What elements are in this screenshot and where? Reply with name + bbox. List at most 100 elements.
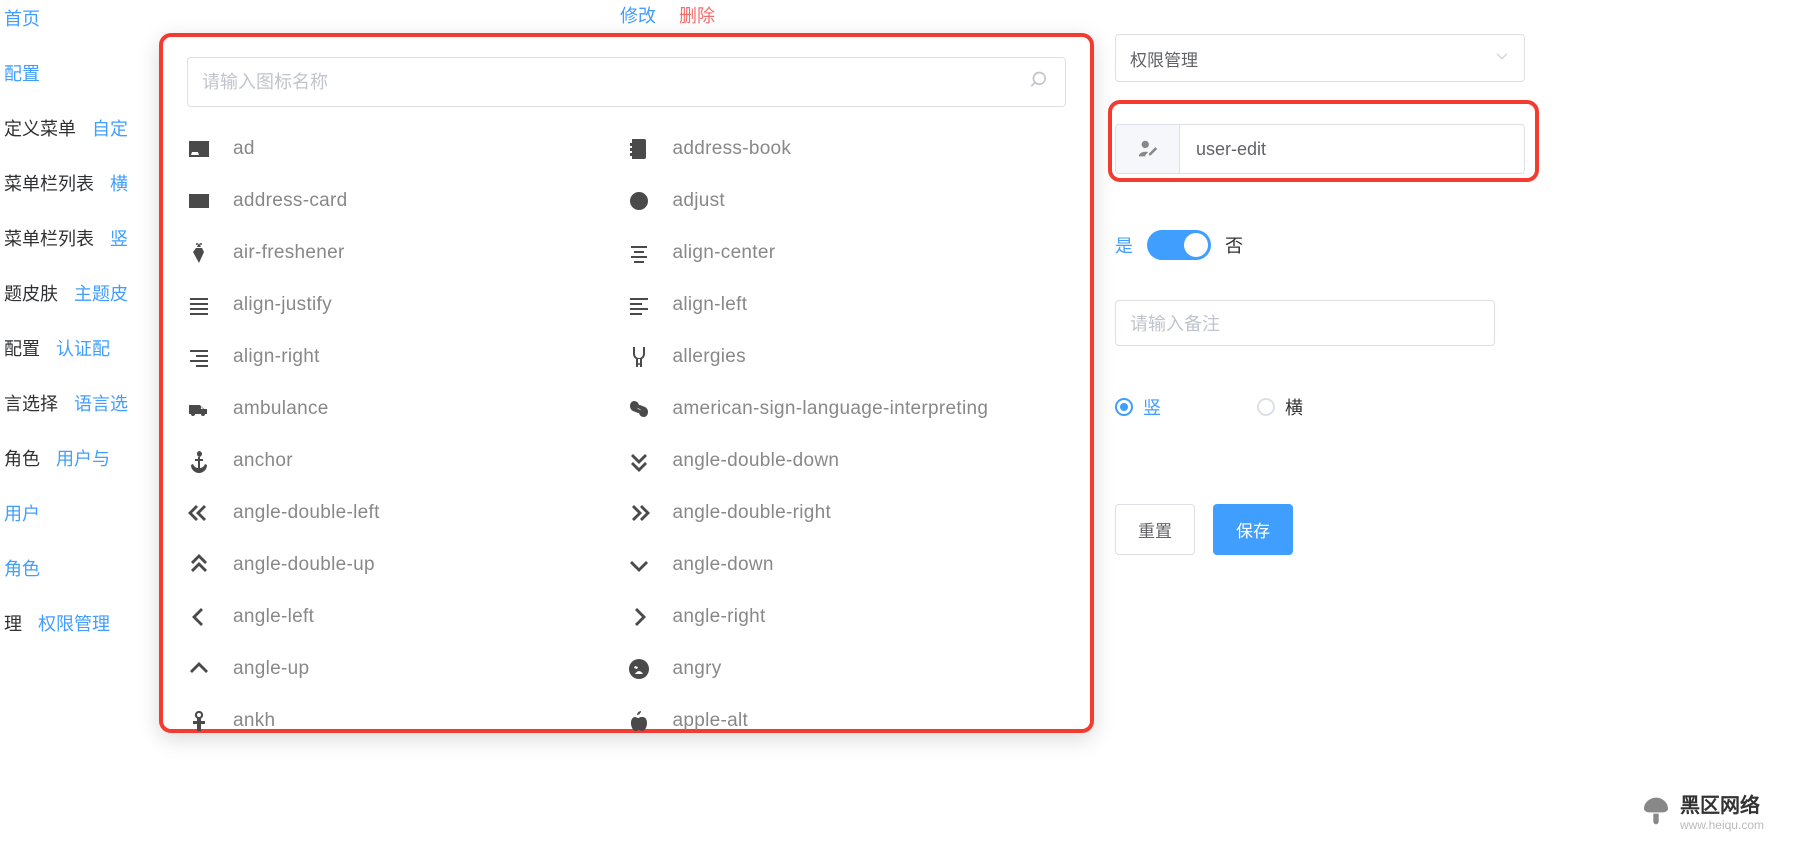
align-justify-icon (187, 293, 233, 317)
icon-option-label: ankh (233, 710, 275, 732)
angle-double-right-icon (627, 501, 673, 525)
icon-option-angle-double-down[interactable]: angle-double-down (627, 435, 1067, 487)
sidebar-item[interactable]: 首页 (4, 0, 170, 45)
radio-vertical[interactable]: 竖 (1115, 394, 1161, 420)
sidebar-item-link[interactable]: 语言选 (74, 390, 128, 416)
icon-option-ad[interactable]: ad (187, 123, 627, 175)
sidebar-item-label: 菜单栏列表 (4, 225, 94, 251)
icon-option-label: align-center (673, 242, 776, 264)
reset-button[interactable]: 重置 (1115, 504, 1195, 555)
sidebar-item-link[interactable]: 权限管理 (38, 610, 110, 636)
icon-option-angle-up[interactable]: angle-up (187, 643, 627, 695)
sidebar-item[interactable]: 菜单栏列表横 (4, 155, 170, 210)
icon-option-angle-double-right[interactable]: angle-double-right (627, 487, 1067, 539)
sidebar-item-link[interactable]: 用户与 (56, 445, 110, 471)
sidebar-item[interactable]: 题皮肤主题皮 (4, 265, 170, 320)
select-value: 权限管理 (1130, 46, 1198, 71)
sidebar-item[interactable]: 配置 (4, 45, 170, 100)
sidebar-item-link[interactable]: 认证配 (56, 335, 110, 361)
sidebar-item[interactable]: 用户 (4, 485, 170, 540)
toggle-switch[interactable] (1147, 230, 1211, 260)
watermark-url: www.heiqu.com (1680, 818, 1764, 832)
icon-option-label: angle-double-right (673, 502, 832, 524)
icon-option-align-justify[interactable]: align-justify (187, 279, 627, 331)
sidebar-item-link[interactable]: 竖 (110, 225, 128, 251)
icon-option-label: angle-double-up (233, 554, 375, 576)
delete-link[interactable]: 删除 (679, 6, 715, 26)
search-icon (1031, 70, 1051, 95)
icon-option-label: air-freshener (233, 242, 345, 264)
sidebar-item[interactable]: 角色用户与 (4, 430, 170, 485)
watermark: 黑区网络 www.heiqu.com (1640, 789, 1764, 832)
icon-option-align-left[interactable]: align-left (627, 279, 1067, 331)
sidebar-item-link[interactable]: 自定 (92, 115, 128, 141)
icon-option-label: adjust (673, 190, 726, 212)
sidebar-item-link[interactable]: 主题皮 (74, 280, 128, 306)
sidebar-item-label: 配置 (4, 60, 40, 86)
icon-option-label: allergies (673, 346, 746, 368)
sidebar-item-label: 言选择 (4, 390, 58, 416)
icon-option-align-right[interactable]: align-right (187, 331, 627, 383)
edit-link[interactable]: 修改 (620, 6, 656, 26)
icon-option-label: american-sign-language-interpreting (673, 398, 989, 420)
sidebar-item[interactable]: 菜单栏列表竖 (4, 210, 170, 265)
icon-option-label: angle-double-down (673, 450, 840, 472)
align-left-icon (627, 293, 673, 317)
remark-placeholder: 请输入备注 (1130, 310, 1220, 336)
sidebar: 首页配置定义菜单自定菜单栏列表横菜单栏列表竖题皮肤主题皮配置认证配言选择语言选角… (0, 0, 170, 650)
icon-option-angle-left[interactable]: angle-left (187, 591, 627, 643)
icon-option-angry[interactable]: angry (627, 643, 1067, 695)
icon-option-address-card[interactable]: address-card (187, 175, 627, 227)
icon-option-label: address-card (233, 190, 347, 212)
sidebar-item[interactable]: 配置认证配 (4, 320, 170, 375)
icon-option-label: angle-up (233, 658, 309, 680)
sidebar-item[interactable]: 定义菜单自定 (4, 100, 170, 155)
icon-grid: ad address-book address-card adjust air-fres… (187, 123, 1066, 747)
icon-search[interactable] (187, 57, 1066, 107)
icon-search-input[interactable] (202, 72, 1031, 93)
radio-horizontal[interactable]: 横 (1257, 394, 1303, 420)
sidebar-item-label: 定义菜单 (4, 115, 76, 141)
permission-select[interactable]: 权限管理 (1115, 34, 1525, 82)
icon-option-angle-double-up[interactable]: angle-double-up (187, 539, 627, 591)
icon-option-ambulance[interactable]: ambulance (187, 383, 627, 435)
icon-value-input[interactable]: user-edit (1115, 124, 1525, 174)
ankh-icon (187, 709, 233, 733)
icon-option-label: address-book (673, 138, 792, 160)
icon-option-air-freshener[interactable]: air-freshener (187, 227, 627, 279)
angle-right-icon (627, 605, 673, 629)
icon-option-anchor[interactable]: anchor (187, 435, 627, 487)
icon-option-address-book[interactable]: address-book (627, 123, 1067, 175)
ambulance-icon (187, 397, 233, 421)
icon-option-apple-alt[interactable]: apple-alt (627, 695, 1067, 747)
apple-alt-icon (627, 709, 673, 733)
mushroom-icon (1640, 795, 1672, 827)
sidebar-item[interactable]: 角色 (4, 540, 170, 595)
icon-option-label: angle-down (673, 554, 774, 576)
toggle-row: 是 否 (1115, 230, 1525, 260)
sidebar-item-label: 角色 (4, 445, 40, 471)
save-button[interactable]: 保存 (1213, 504, 1293, 555)
icon-option-allergies[interactable]: allergies (627, 331, 1067, 383)
icon-option-label: angle-right (673, 606, 766, 628)
watermark-text: 黑区网络 (1680, 795, 1760, 817)
icon-option-angle-down[interactable]: angle-down (627, 539, 1067, 591)
sidebar-item-label: 理 (4, 610, 22, 636)
icon-option-align-center[interactable]: align-center (627, 227, 1067, 279)
sidebar-item-label: 菜单栏列表 (4, 170, 94, 196)
sidebar-item[interactable]: 言选择语言选 (4, 375, 170, 430)
angle-down-icon (627, 553, 673, 577)
sidebar-item[interactable]: 理权限管理 (4, 595, 170, 650)
icon-option-angle-double-left[interactable]: angle-double-left (187, 487, 627, 539)
chevron-down-icon (1494, 48, 1510, 69)
remark-input[interactable]: 请输入备注 (1115, 300, 1495, 346)
icon-option-angle-right[interactable]: angle-right (627, 591, 1067, 643)
sidebar-item-link[interactable]: 横 (110, 170, 128, 196)
icon-option-american-sign-language-interpreting[interactable]: american-sign-language-interpreting (627, 383, 1067, 435)
icon-option-adjust[interactable]: adjust (627, 175, 1067, 227)
icon-option-label: align-left (673, 294, 748, 316)
orientation-radios: 竖 横 (1115, 394, 1525, 420)
align-right-icon (187, 345, 233, 369)
address-card-icon (187, 189, 233, 213)
icon-option-ankh[interactable]: ankh (187, 695, 627, 747)
